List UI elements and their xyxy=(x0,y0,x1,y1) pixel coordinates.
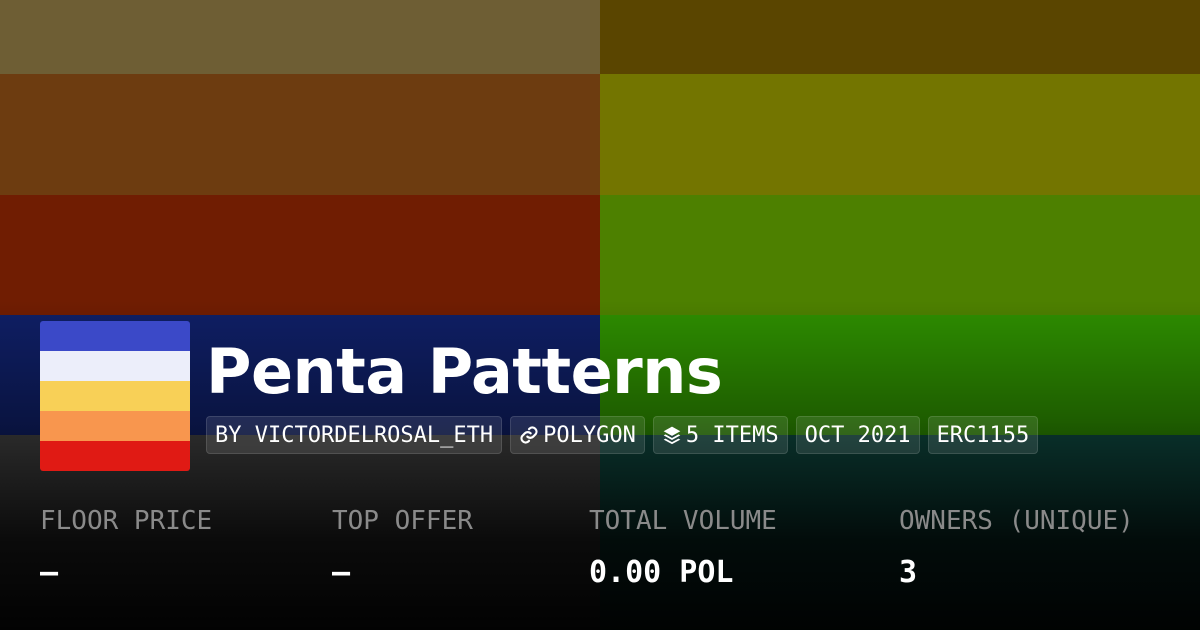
stat-label: TOP OFFER xyxy=(332,506,473,536)
items-chip[interactable]: 5 ITEMS xyxy=(652,416,788,454)
stat-owners: OWNERS (UNIQUE) 3 xyxy=(899,503,1134,593)
stat-value: 3 xyxy=(899,555,918,590)
logo-stripe xyxy=(40,441,190,471)
date-chip: OCT 2021 xyxy=(795,416,920,454)
chip-label: OCT 2021 xyxy=(804,422,911,448)
chip-label: 5 ITEMS xyxy=(685,422,779,448)
link-icon xyxy=(519,425,539,445)
stat-label: FLOOR PRICE xyxy=(40,506,213,536)
stat-floor-price: FLOOR PRICE – xyxy=(40,503,212,593)
stat-top-offer: TOP OFFER – xyxy=(332,503,473,593)
logo-stripe xyxy=(40,381,190,411)
collection-meta-chips: BY VICTORDELROSAL_ETH POLYGON 5 ITEMS OC… xyxy=(206,416,1039,454)
chip-label: ERC1155 xyxy=(936,422,1030,448)
stat-label: TOTAL VOLUME xyxy=(589,506,777,536)
chip-label: BY VICTORDELROSAL_ETH xyxy=(215,422,494,448)
chain-chip[interactable]: POLYGON xyxy=(510,416,645,454)
creator-chip[interactable]: BY VICTORDELROSAL_ETH xyxy=(206,416,503,454)
collection-logo[interactable] xyxy=(40,321,190,471)
logo-stripe xyxy=(40,351,190,381)
stat-value: – xyxy=(332,555,351,590)
chip-label: POLYGON xyxy=(543,422,636,448)
layers-icon xyxy=(662,425,682,445)
stat-value: – xyxy=(40,555,59,590)
stat-label: OWNERS (UNIQUE) xyxy=(899,506,1134,536)
token-standard-chip: ERC1155 xyxy=(927,416,1039,454)
collection-title: Penta Patterns xyxy=(206,335,723,408)
logo-stripe xyxy=(40,411,190,441)
logo-stripe xyxy=(40,321,190,351)
stat-value: 0.00 POL xyxy=(589,555,734,590)
stat-total-volume: TOTAL VOLUME 0.00 POL xyxy=(589,503,777,593)
